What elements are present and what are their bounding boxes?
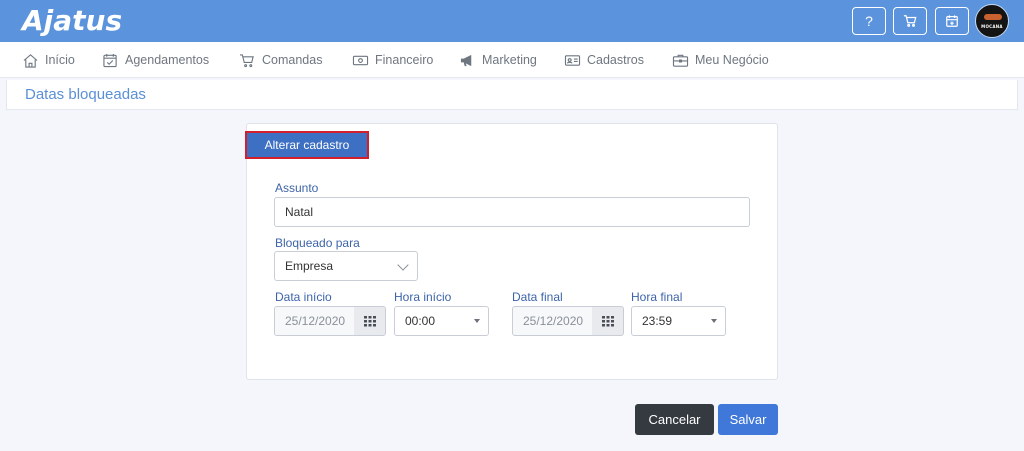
nav-label: Comandas [262, 53, 323, 67]
bloqueado-para-select[interactable]: Empresa [274, 251, 418, 281]
calendar-add-icon [946, 15, 958, 27]
hora-final-value: 23:59 [642, 314, 673, 328]
help-button[interactable]: ? [852, 7, 886, 35]
data-final-calendar-button[interactable] [592, 306, 624, 336]
nav-label: Marketing [482, 53, 537, 67]
id-card-icon [564, 54, 581, 66]
calendar-add-button[interactable] [935, 7, 969, 35]
chevron-down-icon [397, 259, 409, 271]
avatar-text: MOCANA [981, 24, 1003, 29]
nav-label: Financeiro [375, 53, 434, 67]
main-nav: Início Agendamentos Comandas Financeiro … [0, 42, 1024, 78]
bloqueado-para-value: Empresa [285, 259, 334, 273]
briefcase-icon [672, 54, 689, 67]
hora-inicio-value: 00:00 [405, 314, 436, 328]
megaphone-icon [460, 54, 472, 66]
nav-item-financeiro[interactable]: Financeiro [352, 42, 433, 78]
nav-label: Agendamentos [125, 53, 210, 67]
tab-alterar-cadastro[interactable]: Alterar cadastro [245, 131, 369, 159]
nav-item-comandas[interactable]: Comandas [239, 42, 322, 78]
caret-down-icon [474, 319, 480, 323]
app-logo[interactable]: Ajatus [22, 3, 122, 39]
calendar-grid-icon [363, 316, 376, 327]
nav-label: Cadastros [587, 53, 644, 67]
user-avatar[interactable]: MOCANA [975, 4, 1009, 38]
data-final-input[interactable]: 25/12/2020 [512, 306, 593, 336]
nav-item-cadastros[interactable]: Cadastros [564, 42, 644, 78]
nav-label: Meu Negócio [695, 53, 769, 67]
data-inicio-label: Data início [275, 290, 332, 304]
page-title: Datas bloqueadas [25, 86, 146, 103]
calendar-grid-icon [601, 316, 614, 327]
assunto-label: Assunto [275, 181, 319, 195]
form-card: Alterar cadastro Assunto Natal Bloqueado… [245, 123, 778, 380]
nav-label: Início [45, 53, 75, 67]
save-button[interactable]: Salvar [718, 404, 778, 435]
cart-button[interactable] [893, 7, 927, 35]
nav-item-inicio[interactable]: Início [22, 42, 75, 78]
hora-inicio-select[interactable]: 00:00 [394, 306, 489, 336]
data-inicio-value: 25/12/2020 [285, 314, 346, 328]
hora-final-label: Hora final [631, 290, 683, 304]
data-final-label: Data final [512, 290, 563, 304]
calendar-check-icon [103, 53, 117, 67]
assunto-input[interactable]: Natal [274, 197, 750, 227]
cancel-button[interactable]: Cancelar [635, 404, 714, 435]
data-final-value: 25/12/2020 [523, 314, 584, 328]
caret-down-icon [711, 319, 717, 323]
hora-final-select[interactable]: 23:59 [631, 306, 726, 336]
cart-icon [903, 15, 917, 27]
money-icon [352, 55, 369, 65]
nav-item-agendamentos[interactable]: Agendamentos [102, 42, 209, 78]
nav-item-marketing[interactable]: Marketing [459, 42, 537, 78]
bloqueado-para-label: Bloqueado para [275, 236, 360, 250]
nav-item-meu-negocio[interactable]: Meu Negócio [672, 42, 769, 78]
brand-mark-icon [984, 14, 1002, 20]
page-header: Datas bloqueadas [6, 80, 1018, 110]
hora-inicio-label: Hora início [394, 290, 452, 304]
top-bar: Ajatus ? MOCANA [0, 0, 1024, 42]
assunto-value: Natal [285, 205, 314, 219]
help-icon: ? [865, 13, 873, 29]
data-inicio-input[interactable]: 25/12/2020 [274, 306, 355, 336]
data-inicio-calendar-button[interactable] [354, 306, 386, 336]
home-icon [23, 53, 38, 68]
cart-icon [240, 53, 254, 67]
